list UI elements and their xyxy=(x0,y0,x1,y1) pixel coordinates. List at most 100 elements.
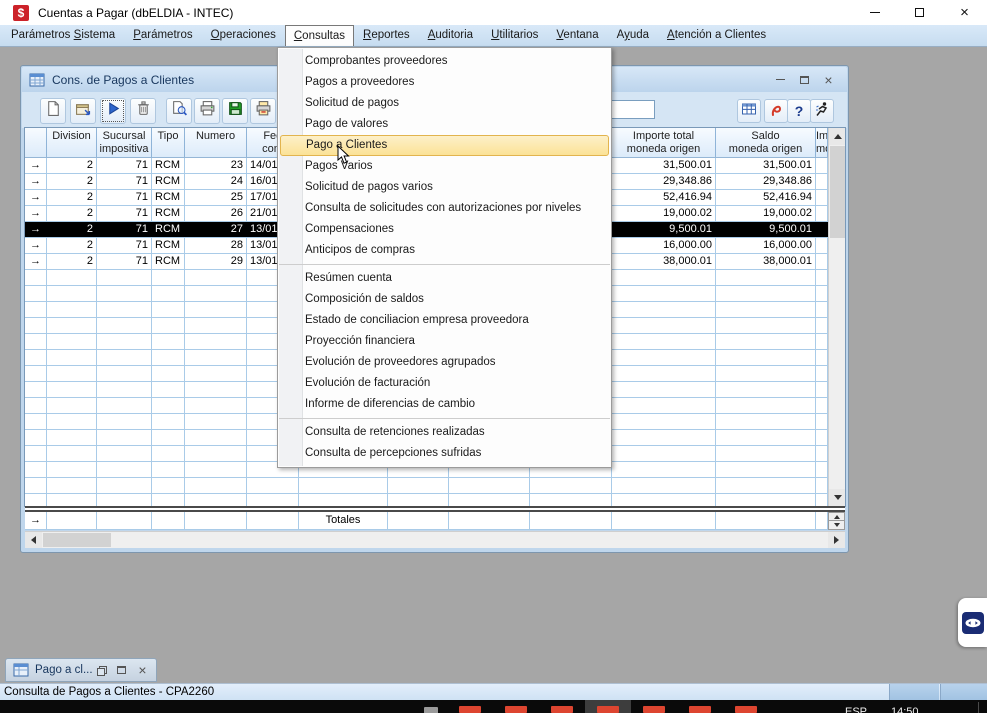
menu-item-solicitud-de-pagos-varios[interactable]: Solicitud de pagos varios xyxy=(278,177,611,198)
cell-imp-parcial xyxy=(816,222,828,237)
menu-item-proyeccion-financiera[interactable]: Proyección financiera xyxy=(278,331,611,352)
menubar-item-reportes[interactable]: Reportes xyxy=(354,25,419,46)
column-header-numero[interactable]: Numero xyxy=(185,128,247,157)
minimize-icon xyxy=(870,12,880,13)
taskbar-app-icon[interactable] xyxy=(459,706,481,713)
taskbar-app-icon[interactable] xyxy=(597,706,619,713)
exit-button[interactable] xyxy=(810,99,834,123)
vertical-scrollbar[interactable] xyxy=(828,128,845,506)
cell-importe-total-moneda-origen xyxy=(612,398,716,413)
minimize-button[interactable] xyxy=(852,0,897,25)
horizontal-scrollbar[interactable] xyxy=(25,531,845,548)
menubar-item-operaciones[interactable]: Operaciones xyxy=(202,25,285,46)
cell-sucursal-impositiva xyxy=(97,270,152,285)
taskbar-app-icon[interactable] xyxy=(505,706,527,713)
menubar-item-ventana[interactable]: Ventana xyxy=(547,25,607,46)
menu-item-evolucion-de-facturacion[interactable]: Evolución de facturación xyxy=(278,373,611,394)
taskbar-app-icon[interactable] xyxy=(689,706,711,713)
cell-tipo xyxy=(152,382,185,397)
run-query-button[interactable] xyxy=(100,98,126,124)
restore-button[interactable] xyxy=(95,665,106,676)
delete-record-button[interactable] xyxy=(130,98,156,124)
menubar-item-parametros[interactable]: Parámetros xyxy=(124,25,201,46)
menubar-item-atencion-a-clientes[interactable]: Atención a Clientes xyxy=(658,25,775,46)
minimized-window[interactable]: Pago a cl... × xyxy=(5,658,157,682)
column-header-imp-parcial[interactable]: Impmor xyxy=(816,128,828,157)
open-record-button[interactable] xyxy=(70,98,96,124)
status-panel xyxy=(889,684,939,701)
cell-tipo xyxy=(152,286,185,301)
scroll-up-button[interactable] xyxy=(829,128,845,145)
menu-item-pagos-a-proveedores[interactable]: Pagos a proveedores xyxy=(278,72,611,93)
scroll-left-button[interactable] xyxy=(25,532,42,548)
taskbar-app-icon[interactable] xyxy=(551,706,573,713)
menu-item-consulta-de-retenciones-realizadas[interactable]: Consulta de retenciones realizadas xyxy=(278,422,611,443)
close-button[interactable]: × xyxy=(137,665,148,676)
taskbar-clock[interactable]: 14:50 xyxy=(891,702,919,713)
maximize-button[interactable] xyxy=(897,0,942,25)
cell-saldo-moneda-origen xyxy=(716,318,816,333)
teamviewer-tab[interactable] xyxy=(958,598,987,647)
table-row[interactable] xyxy=(25,478,828,494)
menu-item-pago-de-valores[interactable]: Pago de valores xyxy=(278,114,611,135)
close-button[interactable]: × xyxy=(942,0,987,25)
menu-item-pago-a-clientes[interactable]: Pago a Clientes xyxy=(280,135,609,156)
cell-tipo: RCM xyxy=(152,206,185,221)
arrow-left-icon xyxy=(31,536,36,544)
new-document-icon xyxy=(45,100,62,122)
child-close-button[interactable]: × xyxy=(822,73,835,86)
cell-numero xyxy=(185,366,247,381)
spinner-up-button[interactable] xyxy=(829,513,844,521)
procedure-button[interactable] xyxy=(764,99,788,123)
child-minimize-button[interactable] xyxy=(774,73,787,86)
menu-item-resumen-cuenta[interactable]: Resúmen cuenta xyxy=(278,268,611,289)
menubar-item-parametros-sistema[interactable]: Parámetros Sistema xyxy=(2,25,124,46)
menubar-item-ayuda[interactable]: Ayuda xyxy=(608,25,658,46)
menu-item-composicion-de-saldos[interactable]: Composición de saldos xyxy=(278,289,611,310)
scroll-right-button[interactable] xyxy=(828,532,845,548)
new-document-button[interactable] xyxy=(40,98,66,124)
scroll-down-button[interactable] xyxy=(829,489,845,506)
save-button[interactable] xyxy=(222,98,248,124)
menu-item-evolucion-de-proveedores-agrupados[interactable]: Evolución de proveedores agrupados xyxy=(278,352,611,373)
help-button[interactable]: ? xyxy=(787,99,811,123)
menubar-item-consultas[interactable]: Consultas xyxy=(285,25,354,46)
taskbar-app-icon[interactable] xyxy=(424,707,438,713)
menu-item-informe-de-diferencias-de-cambio[interactable]: Informe de diferencias de cambio xyxy=(278,394,611,415)
horizontal-scroll-thumb[interactable] xyxy=(43,533,111,547)
child-maximize-button[interactable] xyxy=(798,73,811,86)
table-row[interactable] xyxy=(25,494,828,506)
cell-saldo-moneda-origen xyxy=(716,334,816,349)
menu-item-consulta-de-solicitudes-con-autorizaciones-por-niveles[interactable]: Consulta de solicitudes con autorizacion… xyxy=(278,198,611,219)
menu-item-anticipos-de-compras[interactable]: Anticipos de compras xyxy=(278,240,611,261)
column-header-saldo-moneda-origen[interactable]: Saldomoneda origen xyxy=(716,128,816,157)
column-header-tipo[interactable]: Tipo xyxy=(152,128,185,157)
taskbar-app-icon[interactable] xyxy=(735,706,757,713)
menubar-item-auditoria[interactable]: Auditoria xyxy=(419,25,482,46)
menu-item-consulta-de-percepciones-sufridas[interactable]: Consulta de percepciones sufridas xyxy=(278,443,611,464)
cell-sucursal-impositiva xyxy=(97,366,152,381)
cell-sucursal-impositiva: 71 xyxy=(97,174,152,189)
menu-item-estado-de-conciliacion-empresa-proveedora[interactable]: Estado de conciliacion empresa proveedor… xyxy=(278,310,611,331)
menu-item-pagos-varios[interactable]: Pagos Varios xyxy=(278,156,611,177)
print-config-button[interactable] xyxy=(250,98,276,124)
column-header-division[interactable]: Division xyxy=(47,128,97,157)
print-button[interactable] xyxy=(194,98,220,124)
taskbar-language[interactable]: ESP xyxy=(845,702,867,713)
table-view-button[interactable] xyxy=(737,99,761,123)
maximize-button[interactable] xyxy=(116,665,127,676)
cell-importe-total-moneda-origen: 16,000.00 xyxy=(612,238,716,253)
spinner-down-button[interactable] xyxy=(829,521,844,529)
totals-cell-col-oculta-2 xyxy=(388,512,449,530)
totals-spinner[interactable] xyxy=(828,512,845,530)
vertical-scroll-thumb[interactable] xyxy=(830,146,845,238)
menu-item-compensaciones[interactable]: Compensaciones xyxy=(278,219,611,240)
taskbar-app-icon[interactable] xyxy=(643,706,665,713)
menubar-item-utilitarios[interactable]: Utilitarios xyxy=(482,25,547,46)
menu-item-solicitud-de-pagos[interactable]: Solicitud de pagos xyxy=(278,93,611,114)
column-header-importe-total-moneda-origen[interactable]: Importe totalmoneda origen xyxy=(612,128,716,157)
column-header-sucursal-impositiva[interactable]: Sucursalimpositiva xyxy=(97,128,152,157)
menu-item-comprobantes-proveedores[interactable]: Comprobantes proveedores xyxy=(278,51,611,72)
cell-numero xyxy=(185,494,247,506)
print-preview-button[interactable] xyxy=(166,98,192,124)
